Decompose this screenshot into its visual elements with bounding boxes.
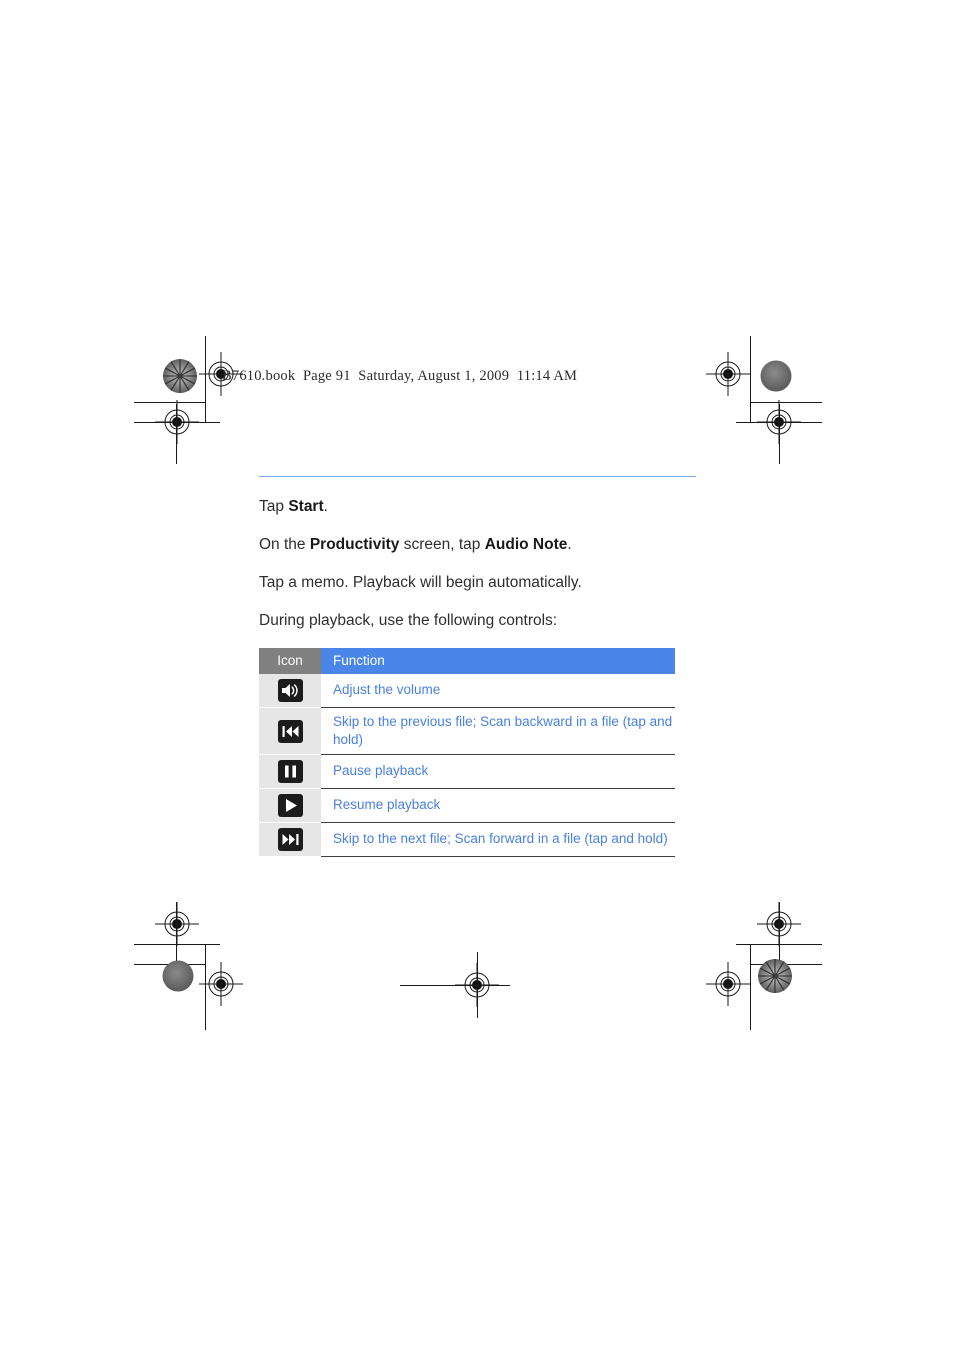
instruction-paragraph-4: During playback, use the following contr…: [259, 611, 558, 629]
crop-line-horizontal: [134, 422, 220, 423]
table-row: Resume playback: [259, 788, 675, 824]
crop-line-vertical: [176, 404, 177, 464]
skip-previous-icon: [277, 719, 303, 743]
instruction-paragraph-3: Tap a memo. Playback will begin automati…: [259, 573, 582, 591]
playback-controls-table: Icon Function Adjust the volume Skip to t…: [259, 647, 675, 858]
table-row: Skip to the next file; Scan forward in a…: [259, 822, 675, 858]
column-header-function: Function: [321, 647, 675, 674]
registration-mark: [155, 400, 199, 444]
registration-mark: [757, 400, 801, 444]
table-row: Skip to the previous file; Scan backward…: [259, 707, 675, 756]
table-row: Pause playback: [259, 754, 675, 790]
density-solid-mark: [162, 960, 194, 992]
crop-line-horizontal: [736, 944, 822, 945]
crop-line-horizontal: [134, 964, 206, 965]
table-header-row: Icon Function: [259, 647, 675, 674]
function-cell: Pause playback: [321, 754, 675, 790]
crop-line-vertical: [205, 944, 206, 1030]
density-star-mark: [163, 359, 197, 393]
crop-line-horizontal: [750, 402, 822, 403]
crop-line-horizontal: [134, 944, 220, 945]
crop-line-horizontal: [134, 402, 206, 403]
function-cell: Skip to the previous file; Scan backward…: [321, 707, 675, 756]
page-content: Tap Start. On the Productivity screen, t…: [259, 476, 696, 858]
registration-mark: [706, 962, 750, 1006]
book-file-header: B7610.book Page 91 Saturday, August 1, 2…: [222, 368, 578, 384]
skip-next-icon: [277, 828, 303, 852]
registration-mark: [199, 962, 243, 1006]
registration-mark: [155, 902, 199, 946]
icon-cell: [259, 673, 321, 708]
function-cell: Skip to the next file; Scan forward in a…: [321, 822, 675, 858]
function-cell: Adjust the volume: [321, 673, 675, 708]
pause-icon: [277, 760, 303, 784]
density-solid-mark: [760, 360, 792, 392]
crop-line-vertical: [750, 336, 751, 422]
icon-cell: [259, 707, 321, 756]
instruction-paragraph-2: On the Productivity screen, tap Audio No…: [259, 535, 572, 553]
icon-cell: [259, 822, 321, 858]
crop-line-vertical: [205, 336, 206, 422]
crop-line-vertical: [477, 952, 478, 1018]
crop-line-vertical: [779, 902, 780, 962]
header-rule: [259, 476, 696, 477]
table-body: Adjust the volume Skip to the previous fi…: [259, 673, 675, 858]
crop-line-horizontal: [750, 964, 822, 965]
icon-cell: [259, 754, 321, 790]
registration-mark: [706, 352, 750, 396]
play-icon: [277, 794, 303, 818]
density-star-mark: [758, 959, 792, 993]
crop-line-horizontal: [400, 985, 510, 986]
volume-icon: [277, 678, 303, 702]
column-header-icon: Icon: [259, 647, 321, 674]
registration-mark: [455, 963, 499, 1007]
crop-line-horizontal: [736, 422, 822, 423]
registration-mark: [757, 902, 801, 946]
icon-cell: [259, 788, 321, 824]
instruction-paragraph-1: Tap Start.: [259, 498, 328, 515]
crop-line-vertical: [779, 404, 780, 464]
table-row: Adjust the volume: [259, 673, 675, 708]
crop-line-vertical: [750, 944, 751, 1030]
crop-line-vertical: [176, 902, 177, 962]
function-cell: Resume playback: [321, 788, 675, 824]
